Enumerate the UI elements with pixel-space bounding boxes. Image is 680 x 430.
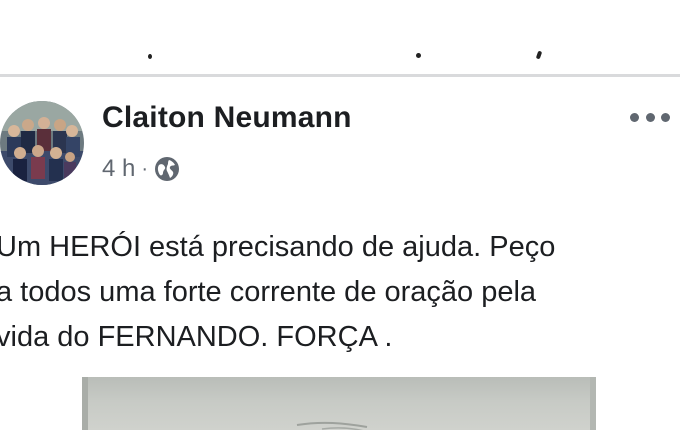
meta-separator: · (141, 157, 149, 180)
post-meta: 4 h · (102, 153, 180, 185)
speck (535, 50, 543, 60)
globe-icon[interactable] (154, 156, 180, 182)
more-dot (630, 112, 639, 122)
post-attached-photo[interactable] (82, 377, 596, 430)
photo-content-image (82, 377, 596, 430)
more-dot (661, 112, 670, 122)
more-options-icon[interactable] (630, 107, 670, 127)
avatar[interactable] (0, 101, 84, 185)
author-name[interactable]: Claiton Neumann (102, 101, 352, 135)
post-timestamp[interactable]: 4 h (102, 155, 135, 183)
speck (148, 54, 152, 59)
more-dot (645, 112, 655, 122)
previous-content-strip (0, 0, 680, 74)
facebook-post: Claiton Neumann 4 h · Um HERÓI está prec… (0, 77, 680, 430)
speck (416, 53, 421, 58)
group-photo-avatar-image (0, 101, 84, 185)
screenshot-page: Claiton Neumann 4 h · Um HERÓI está prec… (0, 0, 680, 430)
post-message: Um HERÓI está precisando de ajuda. Peço … (0, 231, 556, 353)
